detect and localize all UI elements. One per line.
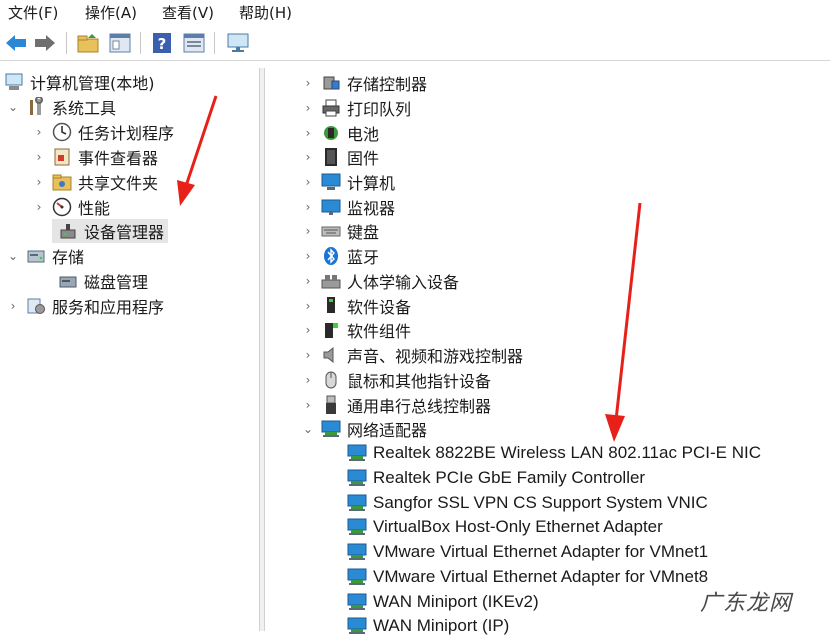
annotation-arrows	[177, 95, 642, 442]
arrow-to-device-manager	[177, 95, 218, 206]
arrow-to-network-adapters	[605, 202, 642, 442]
watermark-logo: 广东龙网	[699, 591, 792, 616]
